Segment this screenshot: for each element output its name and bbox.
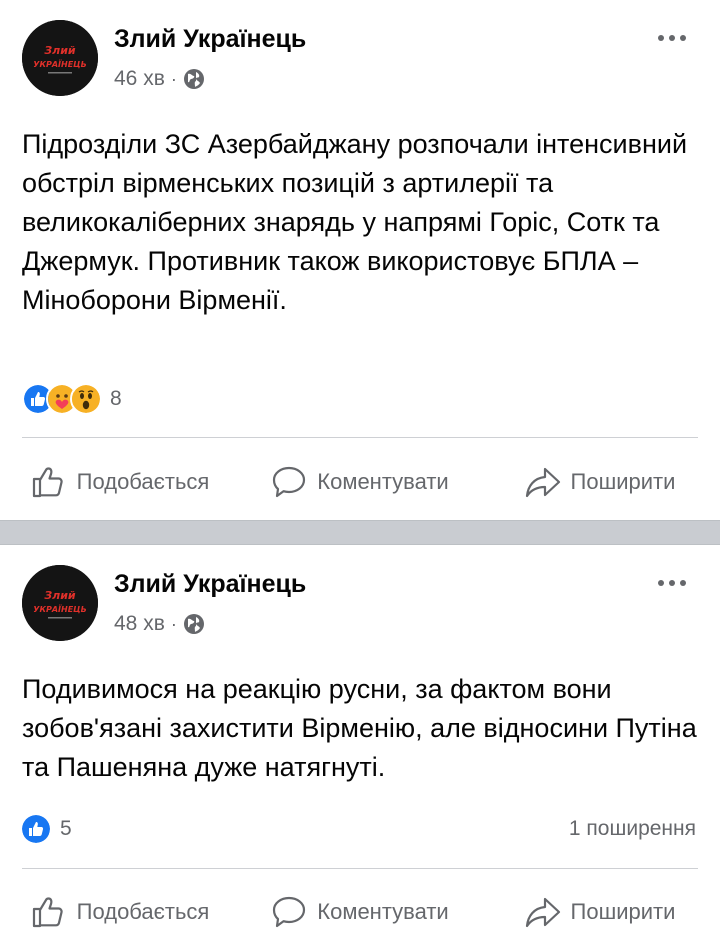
wow-reaction-icon [70,383,102,415]
share-icon [525,467,560,498]
post-text: Подивимося на реакцію русни, за фактом в… [22,674,697,782]
divider [22,437,698,438]
comment-icon [273,466,306,498]
like-button[interactable]: Подобається [0,887,240,937]
reaction-count: 8 [110,387,122,410]
globe-icon [183,614,204,634]
comment-button[interactable]: Коментувати [240,887,480,937]
reactions-summary[interactable]: 8 [22,383,122,415]
page-avatar[interactable]: Злий УКРАЇНЕЦЬ [22,565,98,641]
thumbs-up-icon [32,897,63,928]
share-button[interactable]: Поширити [480,887,720,937]
page-avatar[interactable]: Злий УКРАЇНЕЦЬ [22,20,98,96]
feed-separator [0,520,720,545]
share-count[interactable]: 1 поширення [569,817,696,841]
more-options-icon[interactable] [658,580,686,586]
post-author[interactable]: Злий Українець [114,25,306,54]
share-label: Поширити [570,469,676,494]
reactions-summary[interactable]: 5 [22,815,72,843]
svg-text:УКРАЇНЕЦЬ: УКРАЇНЕЦЬ [33,59,86,69]
like-label: Подобається [76,899,210,924]
avatar-logo: Злий УКРАЇНЕЦЬ [22,565,98,641]
like-label: Подобається [76,469,210,494]
like-button[interactable]: Подобається [0,457,240,507]
share-label: Поширити [570,899,676,924]
post-actions: Подобається Коментувати Поширити [0,457,720,507]
svg-text:Злий: Злий [44,589,76,602]
post-text: Підрозділи ЗС Азербайджану розпочали інт… [22,129,688,315]
post-2: Злий УКРАЇНЕЦЬ Злий Українець 48 хв · По… [0,545,720,949]
share-button[interactable]: Поширити [480,457,720,507]
like-reaction-icon [22,815,50,843]
thumbs-up-icon [32,467,63,498]
meta-dot: · [170,613,177,634]
svg-text:УКРАЇНЕЦЬ: УКРАЇНЕЦЬ [33,604,86,614]
post-time[interactable]: 46 хв [114,67,165,91]
more-options-icon[interactable] [658,35,686,41]
comment-button[interactable]: Коментувати [240,457,480,507]
post-time[interactable]: 48 хв [114,612,165,636]
comment-icon [273,896,306,928]
post-meta: 48 хв · [114,612,205,636]
post-actions: Подобається Коментувати Поширити [0,887,720,937]
post-meta: 46 хв · [114,67,205,91]
divider [22,868,698,869]
post-author[interactable]: Злий Українець [114,570,306,599]
meta-dot: · [170,68,177,89]
comment-label: Коментувати [317,469,449,494]
avatar-logo: Злий УКРАЇНЕЦЬ [22,20,98,96]
svg-text:Злий: Злий [44,44,76,57]
reaction-count: 5 [60,817,72,840]
globe-icon [183,69,204,89]
share-icon [525,897,560,928]
post-1: Злий УКРАЇНЕЦЬ Злий Українець 46 хв · Пі… [0,0,720,520]
comment-label: Коментувати [317,899,449,924]
